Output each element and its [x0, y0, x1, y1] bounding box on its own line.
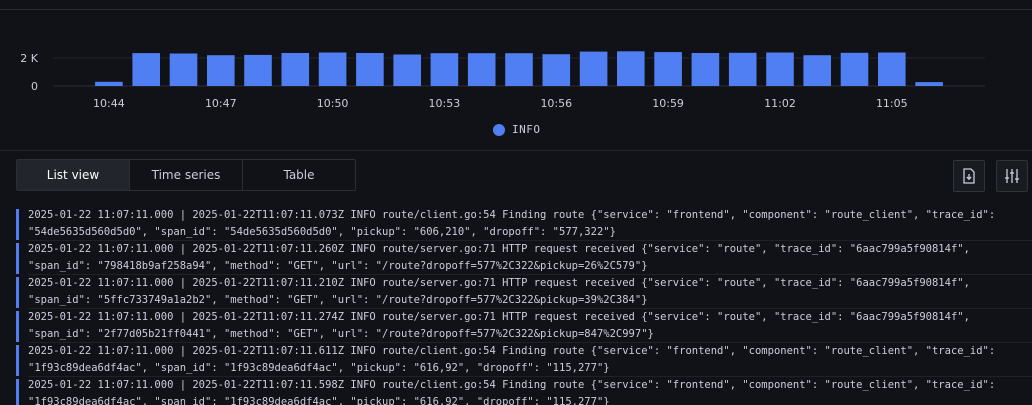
x-tick-label: 10:53: [429, 97, 461, 110]
bar: [356, 53, 384, 86]
log-line: 2025-01-22 11:07:11.000 | 2025-01-22T11:…: [28, 209, 996, 221]
sliders-icon: [1005, 169, 1019, 183]
y-tick-label: 2 K: [20, 52, 38, 65]
log-line-continuation: "1f93c89dea6df4ac", "span_id": "1f93c89d…: [28, 396, 610, 405]
log-line: 2025-01-22 11:07:11.000 | 2025-01-22T11:…: [28, 277, 970, 289]
x-tick-label: 10:47: [205, 97, 237, 110]
legend-swatch-info: [493, 123, 505, 136]
x-tick-label: 11:02: [764, 97, 796, 110]
display-settings-button[interactable]: [996, 160, 1028, 192]
download-button[interactable]: [953, 160, 985, 192]
log-row[interactable]: 2025-01-22 11:07:11.000 | 2025-01-22T11:…: [16, 275, 1032, 309]
x-tick-label: 10:59: [652, 97, 684, 110]
bar: [132, 53, 160, 86]
bar: [95, 81, 123, 86]
bar: [467, 53, 496, 86]
bar: [505, 53, 533, 86]
log-line-continuation: "54de5635d560d5d0", "span_id": "54de5635…: [28, 226, 616, 238]
y-tick-label: 0: [31, 80, 38, 93]
x-tick-label: 10:44: [93, 97, 125, 110]
log-row[interactable]: 2025-01-22 11:07:11.000 | 2025-01-22T11:…: [16, 241, 1032, 275]
bar: [766, 52, 794, 86]
download-icon: [963, 168, 975, 184]
tab-list-view[interactable]: List view: [17, 160, 130, 190]
view-mode-tabs: List view Time series Table: [16, 159, 356, 191]
x-tick-label: 10:50: [317, 97, 349, 110]
bar: [393, 54, 421, 86]
log-row[interactable]: 2025-01-22 11:07:11.000 | 2025-01-22T11:…: [16, 343, 1032, 377]
x-tick-label: 10:56: [540, 97, 572, 110]
bar: [430, 53, 459, 86]
log-row[interactable]: 2025-01-22 11:07:11.000 | 2025-01-22T11:…: [16, 377, 1032, 405]
log-list[interactable]: 2025-01-22 11:07:11.000 | 2025-01-22T11:…: [16, 207, 1032, 405]
bar: [207, 55, 235, 86]
bar: [691, 53, 720, 86]
bar: [169, 53, 198, 86]
bar: [542, 54, 571, 86]
bar: [654, 52, 682, 86]
bar: [617, 51, 645, 86]
bar: [878, 52, 906, 86]
panel-divider: [0, 150, 1032, 151]
log-line: 2025-01-22 11:07:11.000 | 2025-01-22T11:…: [28, 379, 996, 391]
bar: [579, 51, 608, 86]
tab-time-series[interactable]: Time series: [130, 160, 243, 190]
bar: [915, 82, 943, 86]
legend-label-info[interactable]: INFO: [512, 123, 541, 136]
log-line-continuation: "span_id": "5ffc733749a1a2b2", "method":…: [28, 294, 648, 306]
bar: [318, 52, 347, 86]
bar: [803, 55, 831, 86]
log-line: 2025-01-22 11:07:11.000 | 2025-01-22T11:…: [28, 345, 996, 357]
bar: [244, 54, 272, 86]
log-line-continuation: "span_id": "798418b9af258a94", "method":…: [28, 260, 648, 272]
x-tick-label: 11:05: [876, 97, 908, 110]
bar: [728, 52, 757, 86]
log-line-continuation: "1f93c89dea6df4ac", "span_id": "1f93c89d…: [28, 362, 610, 374]
bar: [840, 52, 869, 86]
log-line: 2025-01-22 11:07:11.000 | 2025-01-22T11:…: [28, 243, 970, 255]
log-row[interactable]: 2025-01-22 11:07:11.000 | 2025-01-22T11:…: [16, 207, 1032, 241]
bar: [281, 53, 310, 86]
log-line: 2025-01-22 11:07:11.000 | 2025-01-22T11:…: [28, 311, 970, 323]
tab-table[interactable]: Table: [243, 160, 355, 190]
log-line-continuation: "span_id": "2f77d05b21ff0441", "method":…: [28, 328, 654, 340]
log-row[interactable]: 2025-01-22 11:07:11.000 | 2025-01-22T11:…: [16, 309, 1032, 343]
chart-legend[interactable]: INFO: [493, 123, 541, 136]
